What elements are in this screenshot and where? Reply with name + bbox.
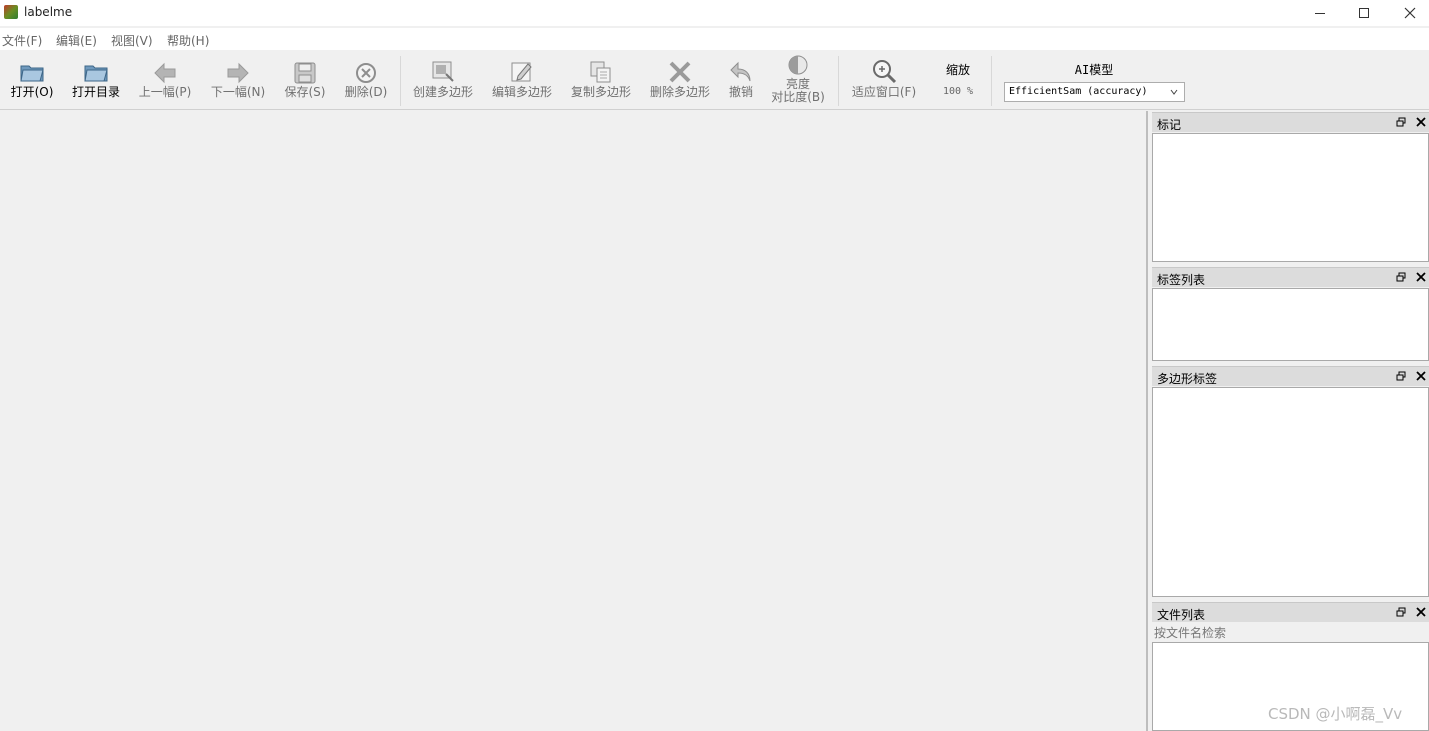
toolbar-separator [838,56,839,106]
delete-polygon-label: 删除多边形 [649,85,710,99]
menu-bar: 文件(F) 编辑(E) 视图(V) 帮助(H) [0,28,1429,50]
dock-close-icon[interactable] [1416,371,1426,381]
flags-list[interactable] [1152,133,1429,262]
window-title: labelme [24,5,73,19]
undo-icon [730,61,751,82]
dock-float-icon[interactable] [1396,117,1406,127]
undo-label: 撤销 [728,85,753,99]
edit-polygon-button[interactable]: 编辑多边形 [487,52,557,108]
dock-close-icon[interactable] [1416,117,1426,127]
dock-file-list-title: 文件列表 [1152,602,1429,622]
open-dir-label: 打开目录 [71,85,120,99]
open-label: 打开(O) [10,85,54,99]
dock-flags-title: 标记 [1152,112,1429,132]
open-folder-icon [84,65,108,82]
menu-view[interactable]: 视图(V) [111,32,153,49]
minimize-icon [1315,12,1325,14]
dock-float-icon[interactable] [1396,371,1406,381]
save-label: 保存(S) [284,85,326,99]
zoom-title: 缩放 [945,63,970,77]
dock-label-list-title: 标签列表 [1152,267,1429,287]
ai-model-title: AI模型 [1074,63,1114,77]
maximize-icon [1359,8,1369,18]
maximize-button[interactable] [1341,0,1387,26]
dock-close-icon[interactable] [1416,607,1426,617]
next-image-label: 下一幅(N) [210,85,266,99]
create-polygon-label: 创建多边形 [412,85,473,99]
delete-circle-icon [356,63,376,83]
dock-flags-label: 标记 [1157,118,1182,132]
watermark: CSDN @小啊磊_Vv [1268,705,1403,723]
ai-model-value: EfficientSam (accuracy) [1009,86,1148,97]
copy-polygon-icon [590,61,611,83]
dock-file-list-label: 文件列表 [1157,608,1206,622]
delete-x-icon [669,61,691,83]
arrow-right-icon [227,62,249,84]
fit-window-button[interactable]: 适应窗口(F) [846,52,922,108]
close-icon [1404,7,1416,19]
next-image-button[interactable]: 下一幅(N) [206,52,270,108]
delete-polygon-button[interactable]: 删除多边形 [645,52,715,108]
dock-polygon-labels-title: 多边形标签 [1152,366,1429,386]
save-icon [294,62,316,84]
polygon-labels-list[interactable] [1152,387,1429,597]
contrast-label: 对比度(B) [771,90,825,104]
delete-file-label: 删除(D) [344,85,388,99]
dock-float-icon[interactable] [1396,607,1406,617]
toolbar: 打开(O) 打开目录 上一幅(P) 下一幅(N) 保存(S) 删除(D) 创建多… [0,52,1429,110]
prev-image-button[interactable]: 上一幅(P) [134,52,196,108]
dock-close-icon[interactable] [1416,272,1426,282]
edit-polygon-icon [511,62,532,82]
open-button[interactable]: 打开(O) [6,52,58,108]
image-canvas[interactable] [0,111,1146,731]
chevron-down-icon [1170,89,1178,95]
fit-window-label: 适应窗口(F) [851,85,917,99]
toolbar-separator [400,56,401,106]
edit-polygon-label: 编辑多边形 [491,85,552,99]
delete-file-button[interactable]: 删除(D) [340,52,392,108]
close-window-button[interactable] [1387,0,1429,26]
brightness-contrast-button[interactable]: 亮度 对比度(B) [766,52,830,108]
prev-image-label: 上一幅(P) [138,85,192,99]
toolbar-separator [991,56,992,106]
dock-label-list-label: 标签列表 [1157,273,1206,287]
open-folder-icon [20,65,44,82]
copy-polygon-button[interactable]: 复制多边形 [566,52,636,108]
menu-edit[interactable]: 编辑(E) [56,32,97,49]
menu-file[interactable]: 文件(F) [2,32,42,49]
dock-polygon-labels-label: 多边形标签 [1157,372,1218,386]
minimize-button[interactable] [1297,0,1343,26]
save-button[interactable]: 保存(S) [280,52,330,108]
arrow-left-icon [154,62,176,84]
title-bar: labelme [0,0,1429,26]
ai-model-select[interactable]: EfficientSam (accuracy) [1004,82,1185,102]
zoom-value[interactable]: 100 % [934,86,982,97]
undo-button[interactable]: 撤销 [722,52,760,108]
brightness-icon [788,55,808,75]
label-list[interactable] [1152,288,1429,361]
create-polygon-button[interactable]: 创建多边形 [408,52,478,108]
file-search-input[interactable]: 按文件名检索 [1154,624,1226,641]
dock-splitter[interactable] [1146,111,1148,731]
copy-polygon-label: 复制多边形 [570,85,631,99]
open-dir-button[interactable]: 打开目录 [68,52,124,108]
dock-float-icon[interactable] [1396,272,1406,282]
menu-help[interactable]: 帮助(H) [167,32,209,49]
zoom-fit-icon [873,60,897,84]
create-polygon-icon [432,61,454,82]
app-logo-icon [4,5,18,19]
